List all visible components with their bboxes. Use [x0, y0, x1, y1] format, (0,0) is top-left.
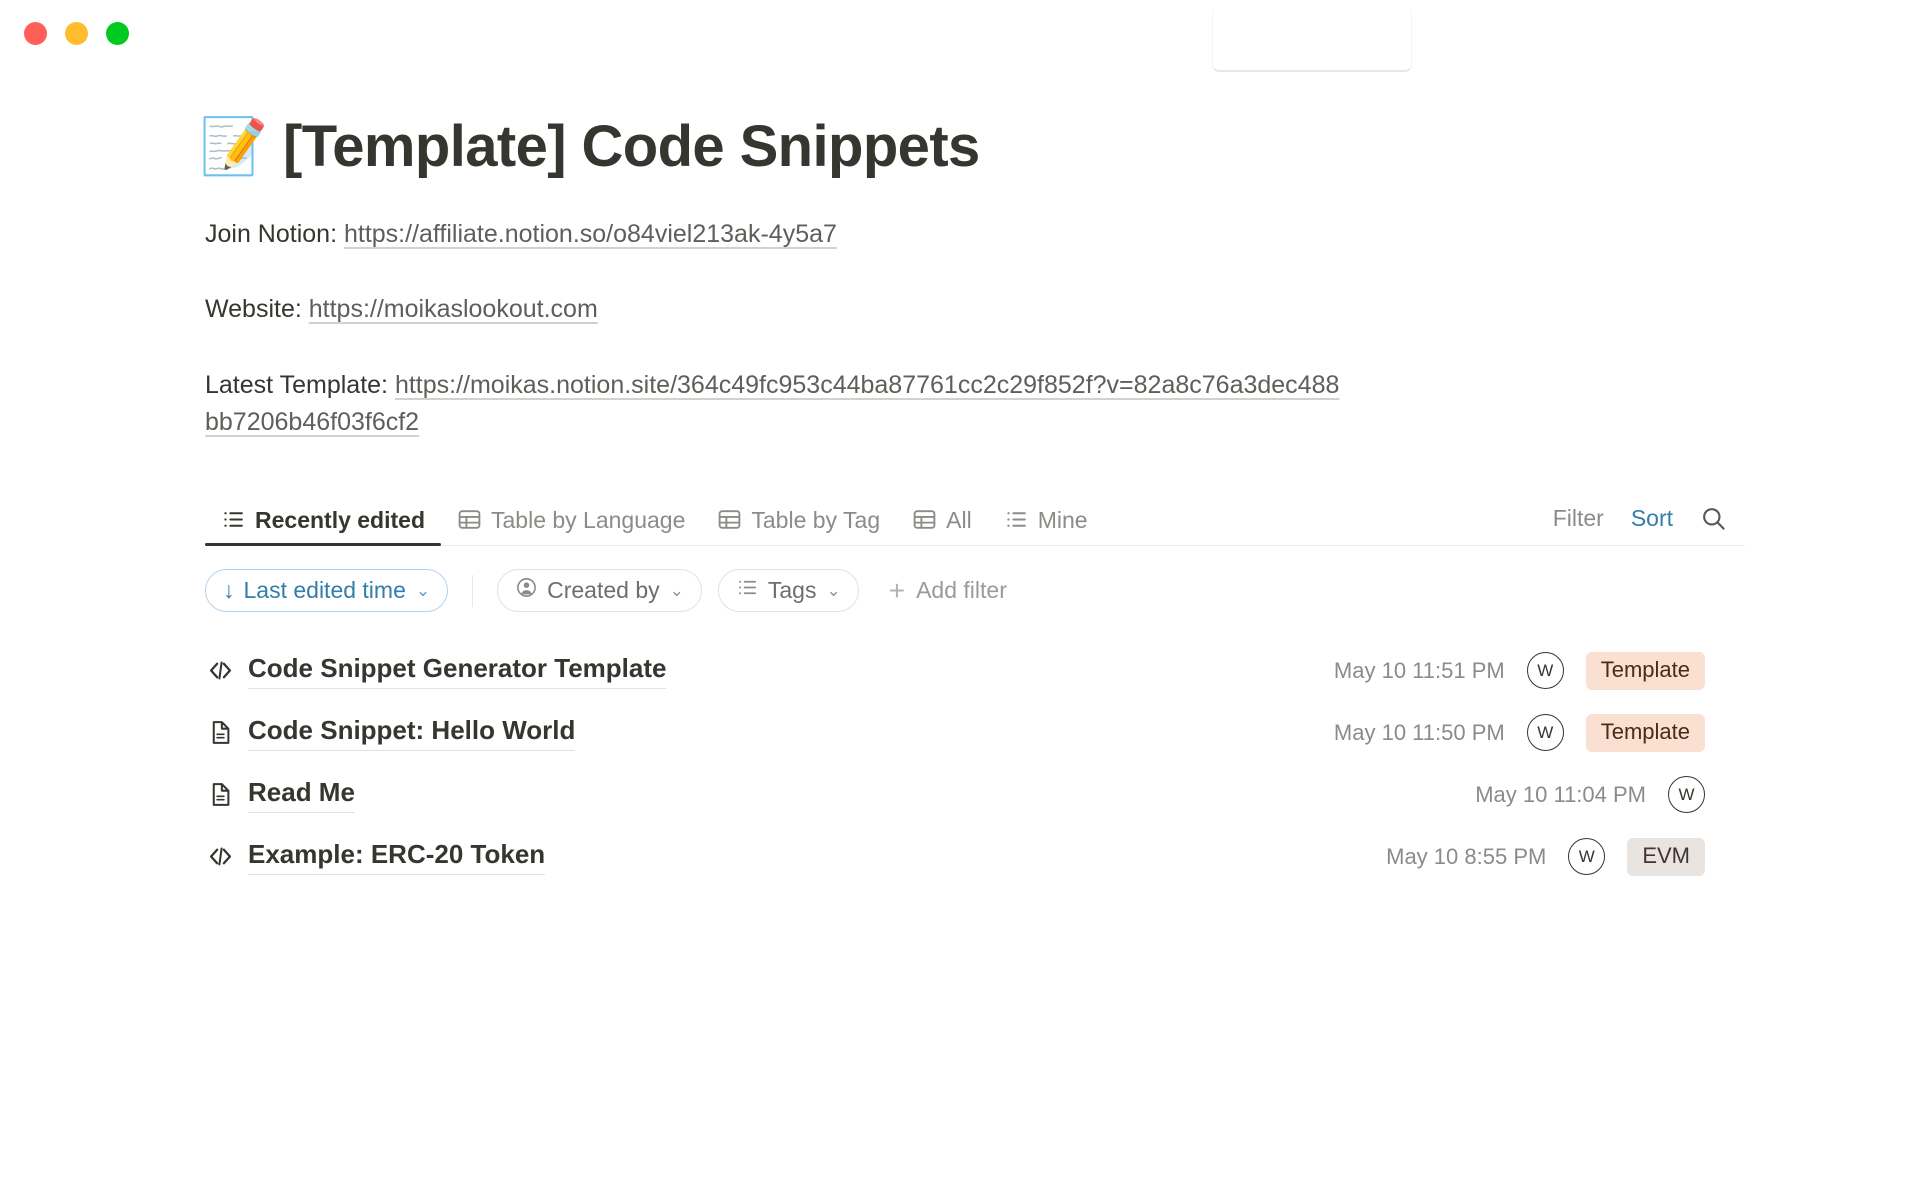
tab-label: Mine	[1037, 506, 1088, 533]
page-content: 📝 [Template] Code Snippets Join Notion: …	[200, 115, 1745, 888]
row-left: Code Snippet: Hello World	[205, 715, 576, 751]
tab-label: All	[946, 506, 972, 533]
avatar[interactable]: W	[1526, 652, 1564, 690]
list-icon	[736, 576, 759, 605]
website-paragraph: Website: https://moikaslookout.com	[205, 291, 1340, 329]
page-title[interactable]: [Template] Code Snippets	[283, 115, 980, 179]
memo-emoji-icon[interactable]: 📝	[200, 116, 268, 178]
row-meta: May 10 11:51 PM W Template	[1333, 651, 1745, 690]
filter-button[interactable]: Filter	[1553, 506, 1604, 530]
code-icon	[205, 656, 235, 686]
sort-chip-last-edited-time[interactable]: ↓ Last edited time ⌄	[205, 569, 449, 613]
code-icon	[205, 842, 235, 872]
join-notion-paragraph: Join Notion: https://affiliate.notion.so…	[205, 216, 1340, 254]
page-header: 📝 [Template] Code Snippets	[200, 115, 1745, 179]
view-actions: Filter Sort	[1553, 505, 1727, 545]
database-view-tabs: Recently edited Table by Language Table …	[205, 491, 1104, 546]
list-item[interactable]: Read Me May 10 11:04 PM W	[205, 764, 1745, 826]
list-view-icon	[221, 507, 246, 532]
tab-table-by-language[interactable]: Table by Language	[441, 491, 701, 545]
filter-chip-tags[interactable]: Tags ⌄	[717, 569, 859, 613]
filter-chips-row: ↓ Last edited time ⌄ Created by ⌄ Tags ⌄…	[205, 569, 1745, 613]
row-meta: May 10 8:55 PM W EVM	[1386, 837, 1745, 876]
sort-chip-label: Last edited time	[243, 577, 406, 604]
list-item[interactable]: Code Snippet Generator Template May 10 1…	[205, 640, 1745, 702]
row-title[interactable]: Example: ERC-20 Token	[248, 839, 546, 875]
filter-chip-label: Created by	[547, 577, 660, 604]
page-icon	[205, 780, 235, 810]
tab-mine[interactable]: Mine	[988, 491, 1104, 545]
website-link[interactable]: https://moikaslookout.com	[309, 295, 598, 323]
chevron-down-icon: ⌄	[415, 580, 431, 600]
status-badge: Template	[1585, 713, 1705, 752]
avatar[interactable]: W	[1668, 776, 1705, 814]
row-meta: May 10 11:50 PM W Template	[1333, 713, 1745, 752]
status-badge: Template	[1585, 651, 1705, 690]
tab-table-by-tag[interactable]: Table by Tag	[701, 491, 896, 545]
tab-recently-edited[interactable]: Recently edited	[205, 491, 441, 546]
sort-direction-icon: ↓	[223, 577, 235, 604]
add-filter-button[interactable]: + Add filter	[888, 574, 1007, 606]
page-body: 📝 [Template] Code Snippets Join Notion: …	[0, 0, 1920, 888]
search-icon[interactable]	[1700, 505, 1727, 532]
database-view-tabs-bar: Recently edited Table by Language Table …	[205, 492, 1745, 546]
avatar[interactable]: W	[1568, 838, 1606, 876]
filter-chip-created-by[interactable]: Created by ⌄	[497, 569, 702, 613]
row-date: May 10 11:50 PM	[1333, 719, 1505, 745]
list-item[interactable]: Example: ERC-20 Token May 10 8:55 PM W E…	[205, 826, 1745, 888]
table-view-icon	[457, 507, 482, 532]
database-list: Code Snippet Generator Template May 10 1…	[205, 640, 1745, 888]
chevron-down-icon: ⌄	[669, 580, 684, 600]
list-item[interactable]: Code Snippet: Hello World May 10 11:50 P…	[205, 702, 1745, 764]
website-label: Website:	[205, 295, 309, 324]
row-date: May 10 11:04 PM	[1475, 781, 1646, 807]
table-view-icon	[912, 507, 937, 532]
plus-icon: +	[888, 574, 906, 606]
sort-button[interactable]: Sort	[1631, 506, 1673, 530]
status-badge: EVM	[1627, 837, 1705, 876]
chips-divider	[472, 574, 474, 607]
row-title[interactable]: Code Snippet: Hello World	[248, 715, 576, 751]
row-left: Code Snippet Generator Template	[205, 653, 667, 689]
tab-label: Table by Tag	[751, 506, 881, 533]
page-icon	[205, 718, 235, 748]
person-icon	[515, 576, 538, 605]
row-date: May 10 11:51 PM	[1333, 657, 1505, 683]
row-date: May 10 8:55 PM	[1386, 843, 1547, 869]
join-notion-link[interactable]: https://affiliate.notion.so/o84viel213ak…	[344, 220, 837, 248]
row-meta: May 10 11:04 PM W	[1475, 776, 1745, 814]
row-left: Read Me	[205, 777, 355, 813]
row-title[interactable]: Read Me	[248, 777, 355, 813]
tab-label: Recently edited	[255, 506, 425, 533]
tab-all[interactable]: All	[896, 491, 988, 545]
table-view-icon	[717, 507, 742, 532]
avatar[interactable]: W	[1526, 714, 1564, 752]
add-filter-label: Add filter	[916, 577, 1007, 604]
chevron-down-icon: ⌄	[826, 580, 841, 600]
filter-chip-label: Tags	[767, 577, 817, 604]
latest-template-paragraph: Latest Template: https://moikas.notion.s…	[205, 367, 1340, 442]
row-left: Example: ERC-20 Token	[205, 839, 546, 875]
join-notion-label: Join Notion:	[205, 219, 344, 248]
latest-template-label: Latest Template:	[205, 370, 395, 399]
row-title[interactable]: Code Snippet Generator Template	[248, 653, 667, 689]
list-view-icon	[1004, 507, 1029, 532]
tab-label: Table by Language	[491, 506, 686, 533]
